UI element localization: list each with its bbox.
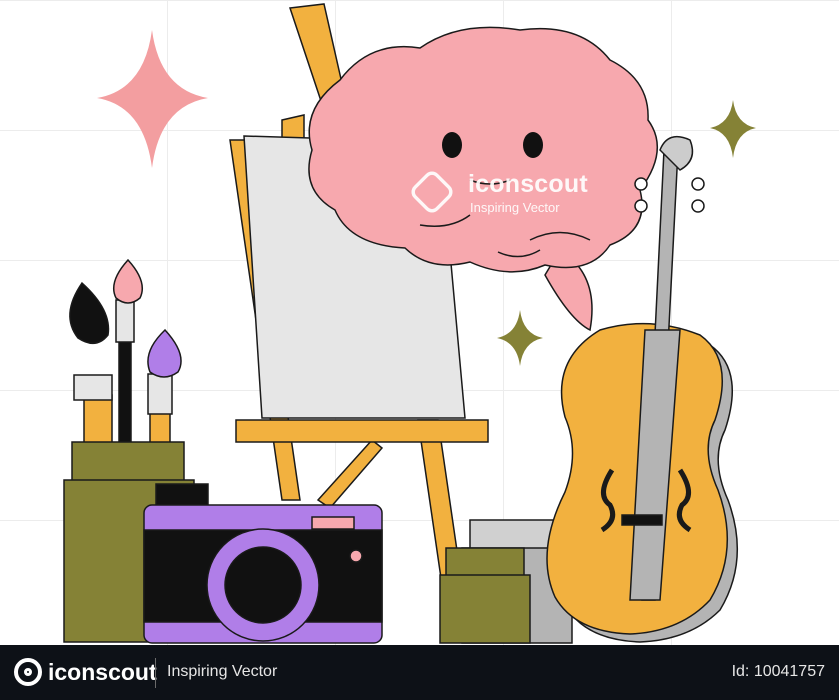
pink-sparkle-icon	[97, 30, 208, 168]
watermark-brand: iconscout	[468, 170, 588, 198]
watermark: iconscout Inspiring Vector	[407, 167, 612, 217]
olive-sparkle-icon	[710, 100, 756, 158]
camera	[143, 483, 383, 644]
footer-divider	[155, 658, 156, 688]
asset-id: Id: 10041757	[731, 663, 825, 680]
illustration	[63, 3, 756, 644]
footer-bar: iconscout Inspiring Vector Id: 10041757	[0, 645, 839, 700]
iconscout-logo-icon	[14, 658, 42, 686]
footer-brand: iconscout	[48, 659, 157, 685]
olive-sparkle-icon	[497, 310, 543, 366]
watermark-tagline: Inspiring Vector	[470, 200, 560, 215]
iconscout-logo-icon	[407, 167, 457, 217]
footer-tagline: Inspiring Vector	[167, 663, 278, 680]
